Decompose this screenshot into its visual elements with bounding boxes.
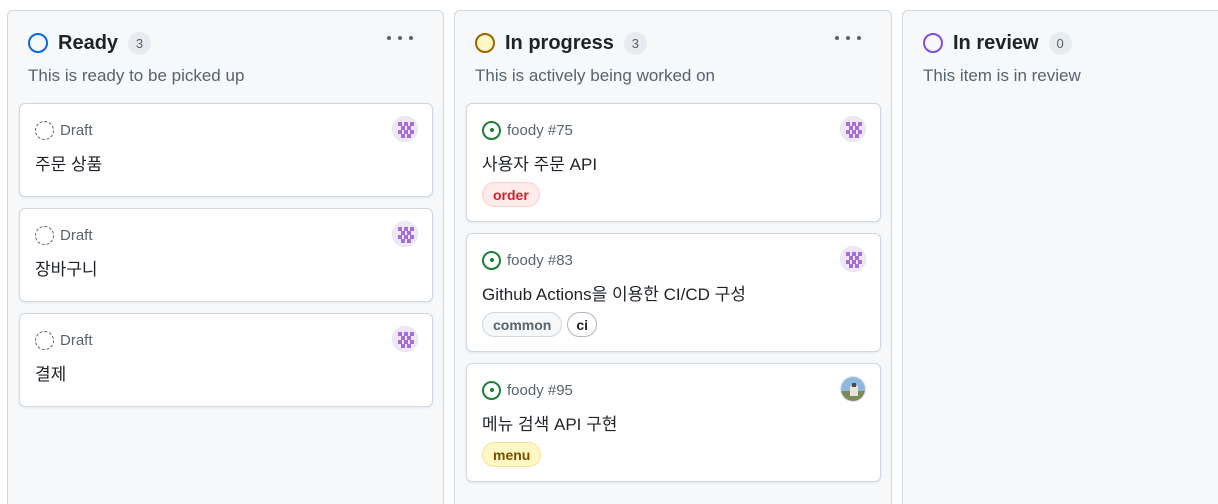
assignee-avatar[interactable] [840, 246, 866, 272]
label-menu[interactable]: menu [482, 442, 542, 467]
status-circle-icon [923, 33, 943, 53]
column-description: This item is in review [923, 66, 1081, 85]
open-issue-icon [482, 250, 501, 270]
issue-reference[interactable]: foody #95 [507, 382, 573, 399]
board-card[interactable]: Draft 주문 상품 [19, 103, 433, 197]
card-title[interactable]: 메뉴 검색 API 구현 [482, 410, 617, 435]
card-type: Draft [60, 331, 93, 349]
open-issue-icon [482, 380, 501, 400]
column-title: Ready [58, 31, 119, 54]
assignee-avatar-photo[interactable] [840, 376, 866, 402]
column-in-review: In review 0 This item is in review [902, 10, 1218, 504]
card-meta: Draft [35, 330, 93, 350]
card-meta: foody #83 [482, 250, 573, 270]
card-type: Draft [60, 226, 93, 244]
item-count-badge: 3 [128, 31, 152, 55]
card-title[interactable]: 주문 상품 [35, 150, 102, 175]
column-options-button[interactable] [387, 29, 413, 47]
card-labels: menu [482, 442, 542, 467]
label-ci[interactable]: ci [567, 312, 598, 337]
card-meta: Draft [35, 225, 93, 245]
card-title[interactable]: 사용자 주문 API [482, 150, 597, 175]
assignee-avatar[interactable] [392, 326, 418, 352]
item-count-badge: 3 [623, 31, 647, 55]
card-title[interactable]: 장바구니 [35, 255, 98, 280]
assignee-avatar[interactable] [392, 116, 418, 142]
item-count-badge: 0 [1048, 31, 1072, 55]
column-title: In progress [505, 31, 614, 54]
board-card[interactable]: Draft 결제 [19, 313, 433, 407]
issue-reference[interactable]: foody #75 [507, 122, 573, 139]
card-title[interactable]: 결제 [35, 360, 66, 385]
column-description: This is actively being worked on [475, 66, 716, 85]
draft-issue-icon [35, 120, 54, 140]
status-circle-icon [28, 33, 48, 53]
project-board: Ready 3 This is ready to be picked up Dr… [0, 0, 1218, 504]
status-circle-icon [475, 33, 495, 53]
board-card[interactable]: foody #75 사용자 주문 API order [466, 103, 881, 222]
card-meta: foody #75 [482, 120, 573, 140]
board-card[interactable]: foody #83 Github Actions을 이용한 CI/CD 구성 c… [466, 233, 881, 352]
column-description: This is ready to be picked up [28, 66, 245, 85]
draft-issue-icon [35, 225, 54, 245]
card-meta: foody #95 [482, 380, 573, 400]
card-labels: order [482, 182, 540, 207]
column-header: In progress 3 [475, 31, 647, 55]
column-header: Ready 3 [28, 31, 152, 55]
kebab-horizontal-icon [835, 36, 839, 40]
assignee-avatar[interactable] [840, 116, 866, 142]
issue-reference[interactable]: foody #83 [507, 252, 573, 269]
label-order[interactable]: order [482, 182, 540, 207]
column-header: In review 0 [923, 31, 1072, 55]
kebab-horizontal-icon [387, 36, 391, 40]
column-title: In review [953, 31, 1039, 54]
label-common[interactable]: common [482, 312, 563, 337]
board-card[interactable]: foody #95 메뉴 검색 API 구현 menu [466, 363, 881, 482]
assignee-avatar[interactable] [392, 221, 418, 247]
card-type: Draft [60, 121, 93, 139]
board-card[interactable]: Draft 장바구니 [19, 208, 433, 302]
draft-issue-icon [35, 330, 54, 350]
column-in-progress: In progress 3 This is actively being wor… [454, 10, 892, 504]
column-options-button[interactable] [835, 29, 861, 47]
column-ready: Ready 3 This is ready to be picked up Dr… [7, 10, 444, 504]
card-title[interactable]: Github Actions을 이용한 CI/CD 구성 [482, 280, 746, 305]
card-meta: Draft [35, 120, 93, 140]
card-labels: common ci [482, 312, 598, 337]
open-issue-icon [482, 120, 501, 140]
